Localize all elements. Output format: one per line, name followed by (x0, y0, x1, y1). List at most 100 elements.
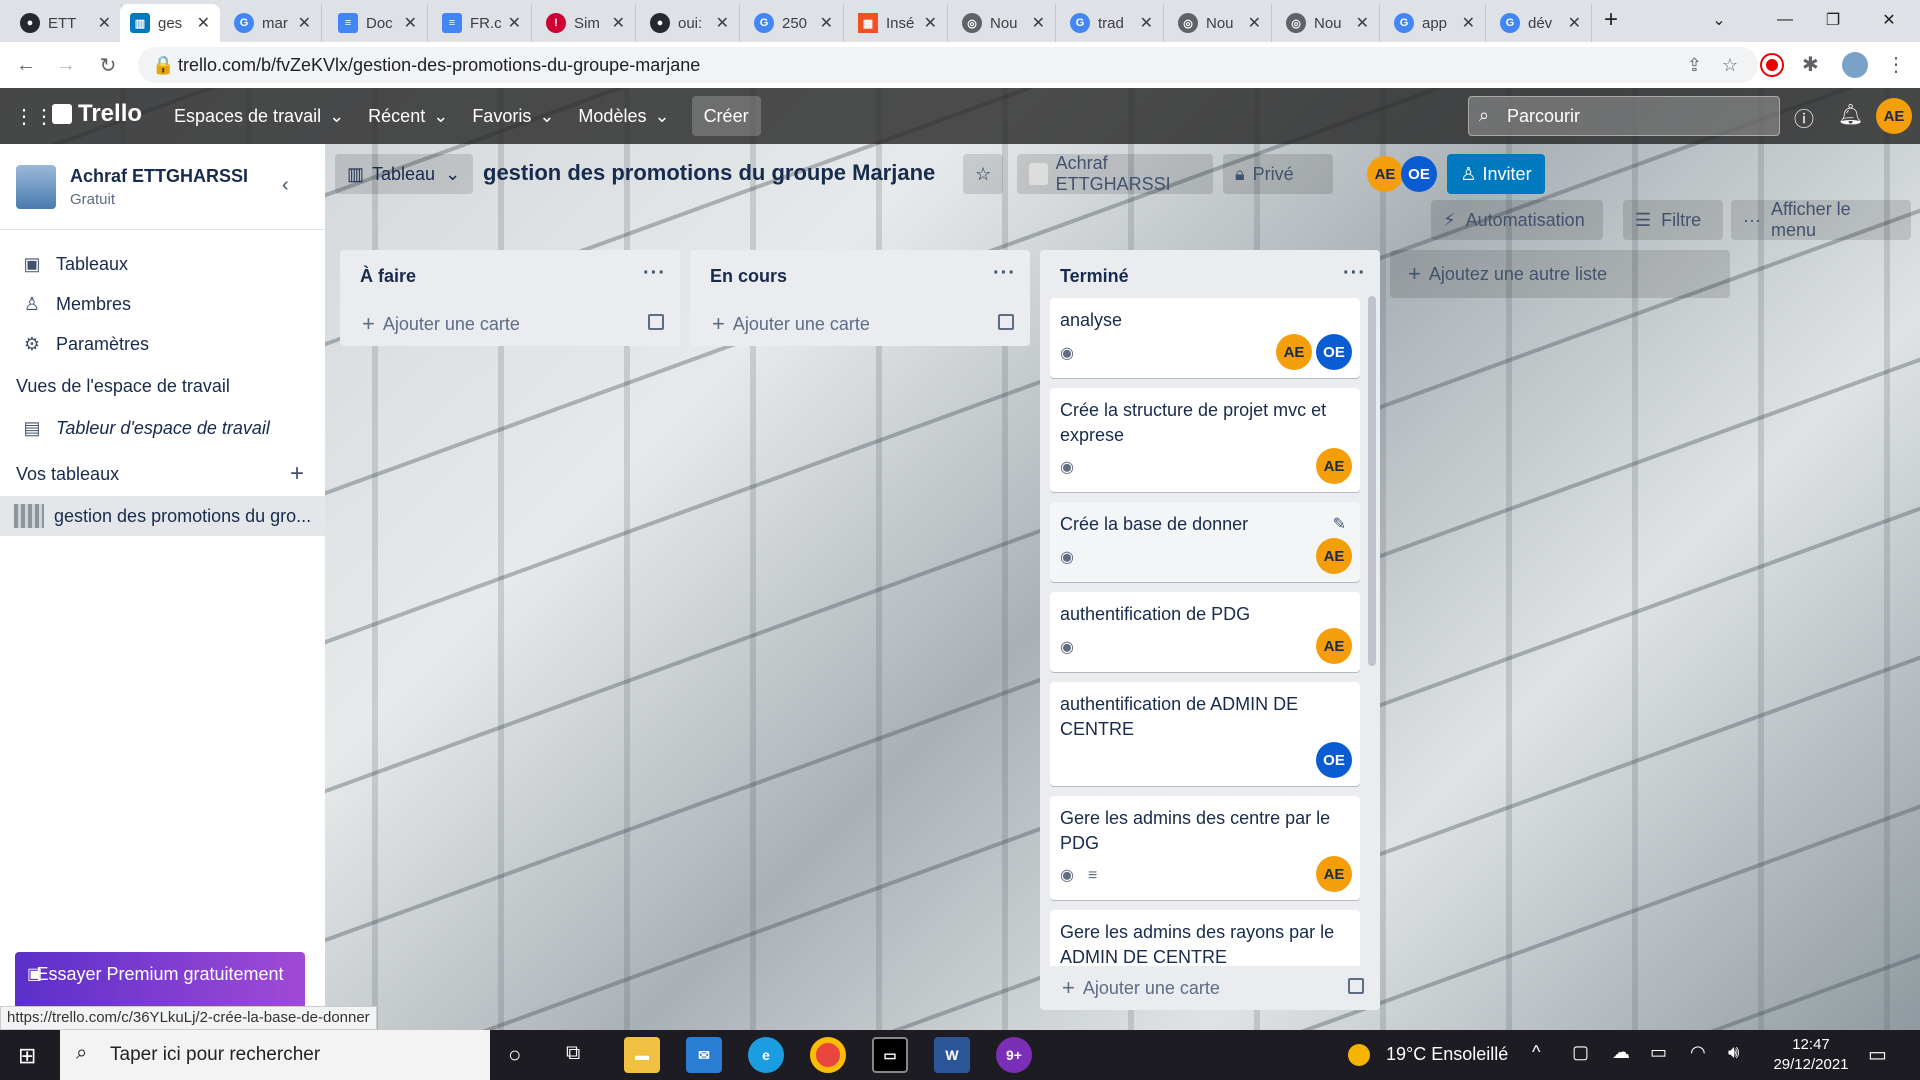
show-menu-button[interactable]: ··· Afficher le menu (1731, 199, 1911, 240)
card[interactable]: Gere les admins des centre par le PDG ◉ ≡… (1050, 796, 1360, 900)
profile-avatar[interactable] (1842, 52, 1868, 78)
close-icon[interactable]: ✕ (98, 13, 111, 33)
view-switcher-button[interactable]: ▥ Tableau ⌄ (335, 154, 473, 194)
cloud-icon[interactable]: ☁ (1612, 1042, 1630, 1063)
sidebar-item-boards[interactable]: ▣ Tableaux (0, 244, 325, 284)
forward-icon[interactable]: → (46, 45, 86, 85)
close-icon[interactable]: ✕ (404, 13, 417, 33)
browser-tab[interactable]: ◎ Nou ✕ (1168, 4, 1272, 42)
filter-button[interactable]: ☰ Filtre (1623, 200, 1723, 240)
browser-tab[interactable]: Gmar ✕ (224, 4, 322, 42)
automation-button[interactable]: ⚡︎ Automatisation (1431, 200, 1603, 240)
close-icon[interactable]: ✕ (1248, 13, 1261, 33)
wifi-icon[interactable]: ◠ (1690, 1042, 1706, 1063)
menu-recent[interactable]: Récent ⌄ (356, 96, 460, 136)
taskbar-search-input[interactable]: ⌕ Taper ici pour rechercher (60, 1030, 490, 1080)
browser-tab[interactable]: Gtrad ✕ (1060, 4, 1164, 42)
share-icon[interactable]: ⇪ (1687, 55, 1702, 76)
browser-tab[interactable]: ≡ Doc ✕ (328, 4, 428, 42)
minimize-button[interactable]: — (1762, 0, 1808, 40)
card[interactable]: authentification de ADMIN DE CENTRE OE (1050, 682, 1360, 786)
browser-tab[interactable]: ! Sim ✕ (536, 4, 636, 42)
browser-tab[interactable]: ≡ FR.c ✕ (432, 4, 532, 42)
browser-tab[interactable]: Gdév ✕ (1490, 4, 1592, 42)
close-icon[interactable]: ✕ (1568, 13, 1581, 33)
user-avatar[interactable]: AE (1876, 98, 1912, 134)
close-icon[interactable]: ✕ (716, 13, 729, 33)
browser-tab[interactable]: ● oui: ✕ (640, 4, 740, 42)
chrome-icon[interactable] (810, 1037, 846, 1073)
list-title[interactable]: En cours ··· (690, 250, 1030, 302)
window-close-button[interactable]: ✕ (1866, 0, 1912, 40)
member-avatar[interactable]: OE (1401, 156, 1437, 192)
battery-icon[interactable]: ▭ (1650, 1042, 1667, 1063)
workspace-button[interactable]: Achraf ETTGHARSSI (1017, 153, 1213, 194)
list-menu-icon[interactable]: ··· (643, 262, 666, 285)
menu-templates[interactable]: Modèles ⌄ (566, 96, 681, 136)
card-member-avatar[interactable]: AE (1316, 628, 1352, 664)
word-icon[interactable]: W (934, 1037, 970, 1073)
add-card-button[interactable]: + Ajouter une carte (1040, 966, 1380, 1010)
edit-pencil-icon[interactable]: ✎ (1333, 512, 1346, 537)
browser-tab[interactable]: ▦ Insé ✕ (848, 4, 948, 42)
add-list-button[interactable]: + Ajoutez une autre liste (1390, 250, 1730, 298)
card-member-avatar[interactable]: AE (1276, 334, 1312, 370)
extensions-icon[interactable]: ✱ (1802, 52, 1819, 77)
visibility-button[interactable]: 🔒︎ Privé (1223, 154, 1333, 194)
mail-icon[interactable]: ✉ (686, 1037, 722, 1073)
card-member-avatar[interactable]: OE (1316, 334, 1352, 370)
bell-icon[interactable]: 🔔︎ (1838, 102, 1863, 127)
app-icon[interactable]: 9+ (996, 1037, 1032, 1073)
task-view-icon[interactable]: ⧉ (566, 1042, 580, 1065)
browser-tab[interactable]: ● ETT ✕ (10, 4, 122, 42)
card[interactable]: analyse ◉ AE OE (1050, 298, 1360, 378)
sidebar-item-members[interactable]: ♙ Membres (0, 284, 325, 324)
add-board-icon[interactable]: + (290, 460, 304, 488)
create-button[interactable]: Créer (691, 96, 761, 136)
browser-tab[interactable]: G 250 ✕ (744, 4, 844, 42)
close-icon[interactable]: ✕ (508, 13, 521, 33)
card[interactable]: Crée la structure de projet mvc et expre… (1050, 388, 1360, 492)
close-icon[interactable]: ✕ (197, 13, 210, 33)
clock[interactable]: 12:47 29/12/2021 (1766, 1035, 1856, 1075)
notifications-icon[interactable]: ▭ (1868, 1042, 1887, 1067)
menu-favorites[interactable]: Favoris ⌄ (460, 96, 566, 136)
card-member-avatar[interactable]: AE (1316, 856, 1352, 892)
sidebar-item-board[interactable]: gestion des promotions du gro... (0, 496, 325, 536)
card-template-icon[interactable] (648, 314, 664, 330)
windows-start-icon[interactable]: ⊞ (18, 1043, 36, 1069)
list-title[interactable]: À faire ··· (340, 250, 680, 302)
cortana-icon[interactable]: ○ (508, 1042, 521, 1068)
star-icon[interactable]: ☆ (963, 154, 1003, 194)
close-icon[interactable]: ✕ (1462, 13, 1475, 33)
close-icon[interactable]: ✕ (1032, 13, 1045, 33)
browser-tab-active[interactable]: ▥ ges ✕ (120, 4, 220, 42)
sidebar-item-workspace-table[interactable]: ▤ Tableur d'espace de travail (0, 408, 325, 448)
sidebar-item-settings[interactable]: ⚙ Paramètres (0, 324, 325, 364)
card[interactable]: authentification de PDG ◉ AE (1050, 592, 1360, 672)
list-menu-icon[interactable]: ··· (1343, 262, 1366, 285)
list-menu-icon[interactable]: ··· (993, 262, 1016, 285)
info-icon[interactable]: ⓘ (1794, 103, 1814, 132)
close-icon[interactable]: ✕ (820, 13, 833, 33)
weather-text[interactable]: 19°C Ensoleillé (1386, 1044, 1508, 1065)
card-hovered[interactable]: Crée la base de donner ✎ ◉ AE (1050, 502, 1360, 582)
menu-workspaces[interactable]: Espaces de travail ⌄ (162, 96, 356, 136)
search-input[interactable]: ⌕ Parcourir (1468, 96, 1780, 136)
browser-tab[interactable]: ◎ Nou ✕ (1276, 4, 1380, 42)
try-premium-button[interactable]: ▣ Essayer Premium gratuitement (15, 952, 305, 1014)
add-card-button[interactable]: + Ajouter une carte (340, 302, 680, 346)
card-template-icon[interactable] (998, 314, 1014, 330)
card-member-avatar[interactable]: OE (1316, 742, 1352, 778)
close-icon[interactable]: ✕ (1356, 13, 1369, 33)
restore-button[interactable]: ❐ (1810, 0, 1856, 40)
close-icon[interactable]: ✕ (1140, 13, 1153, 33)
collapse-sidebar-icon[interactable]: ‹ (282, 174, 289, 197)
add-card-button[interactable]: + Ajouter une carte (690, 302, 1030, 346)
browser-tab[interactable]: ◎ Nou ✕ (952, 4, 1056, 42)
meet-icon[interactable]: ▢ (1572, 1042, 1589, 1063)
close-icon[interactable]: ✕ (612, 13, 625, 33)
card-member-avatar[interactable]: AE (1316, 448, 1352, 484)
chrome-menu-icon[interactable]: ⋮ (1886, 52, 1906, 77)
trello-logo[interactable]: Trello (52, 100, 142, 128)
